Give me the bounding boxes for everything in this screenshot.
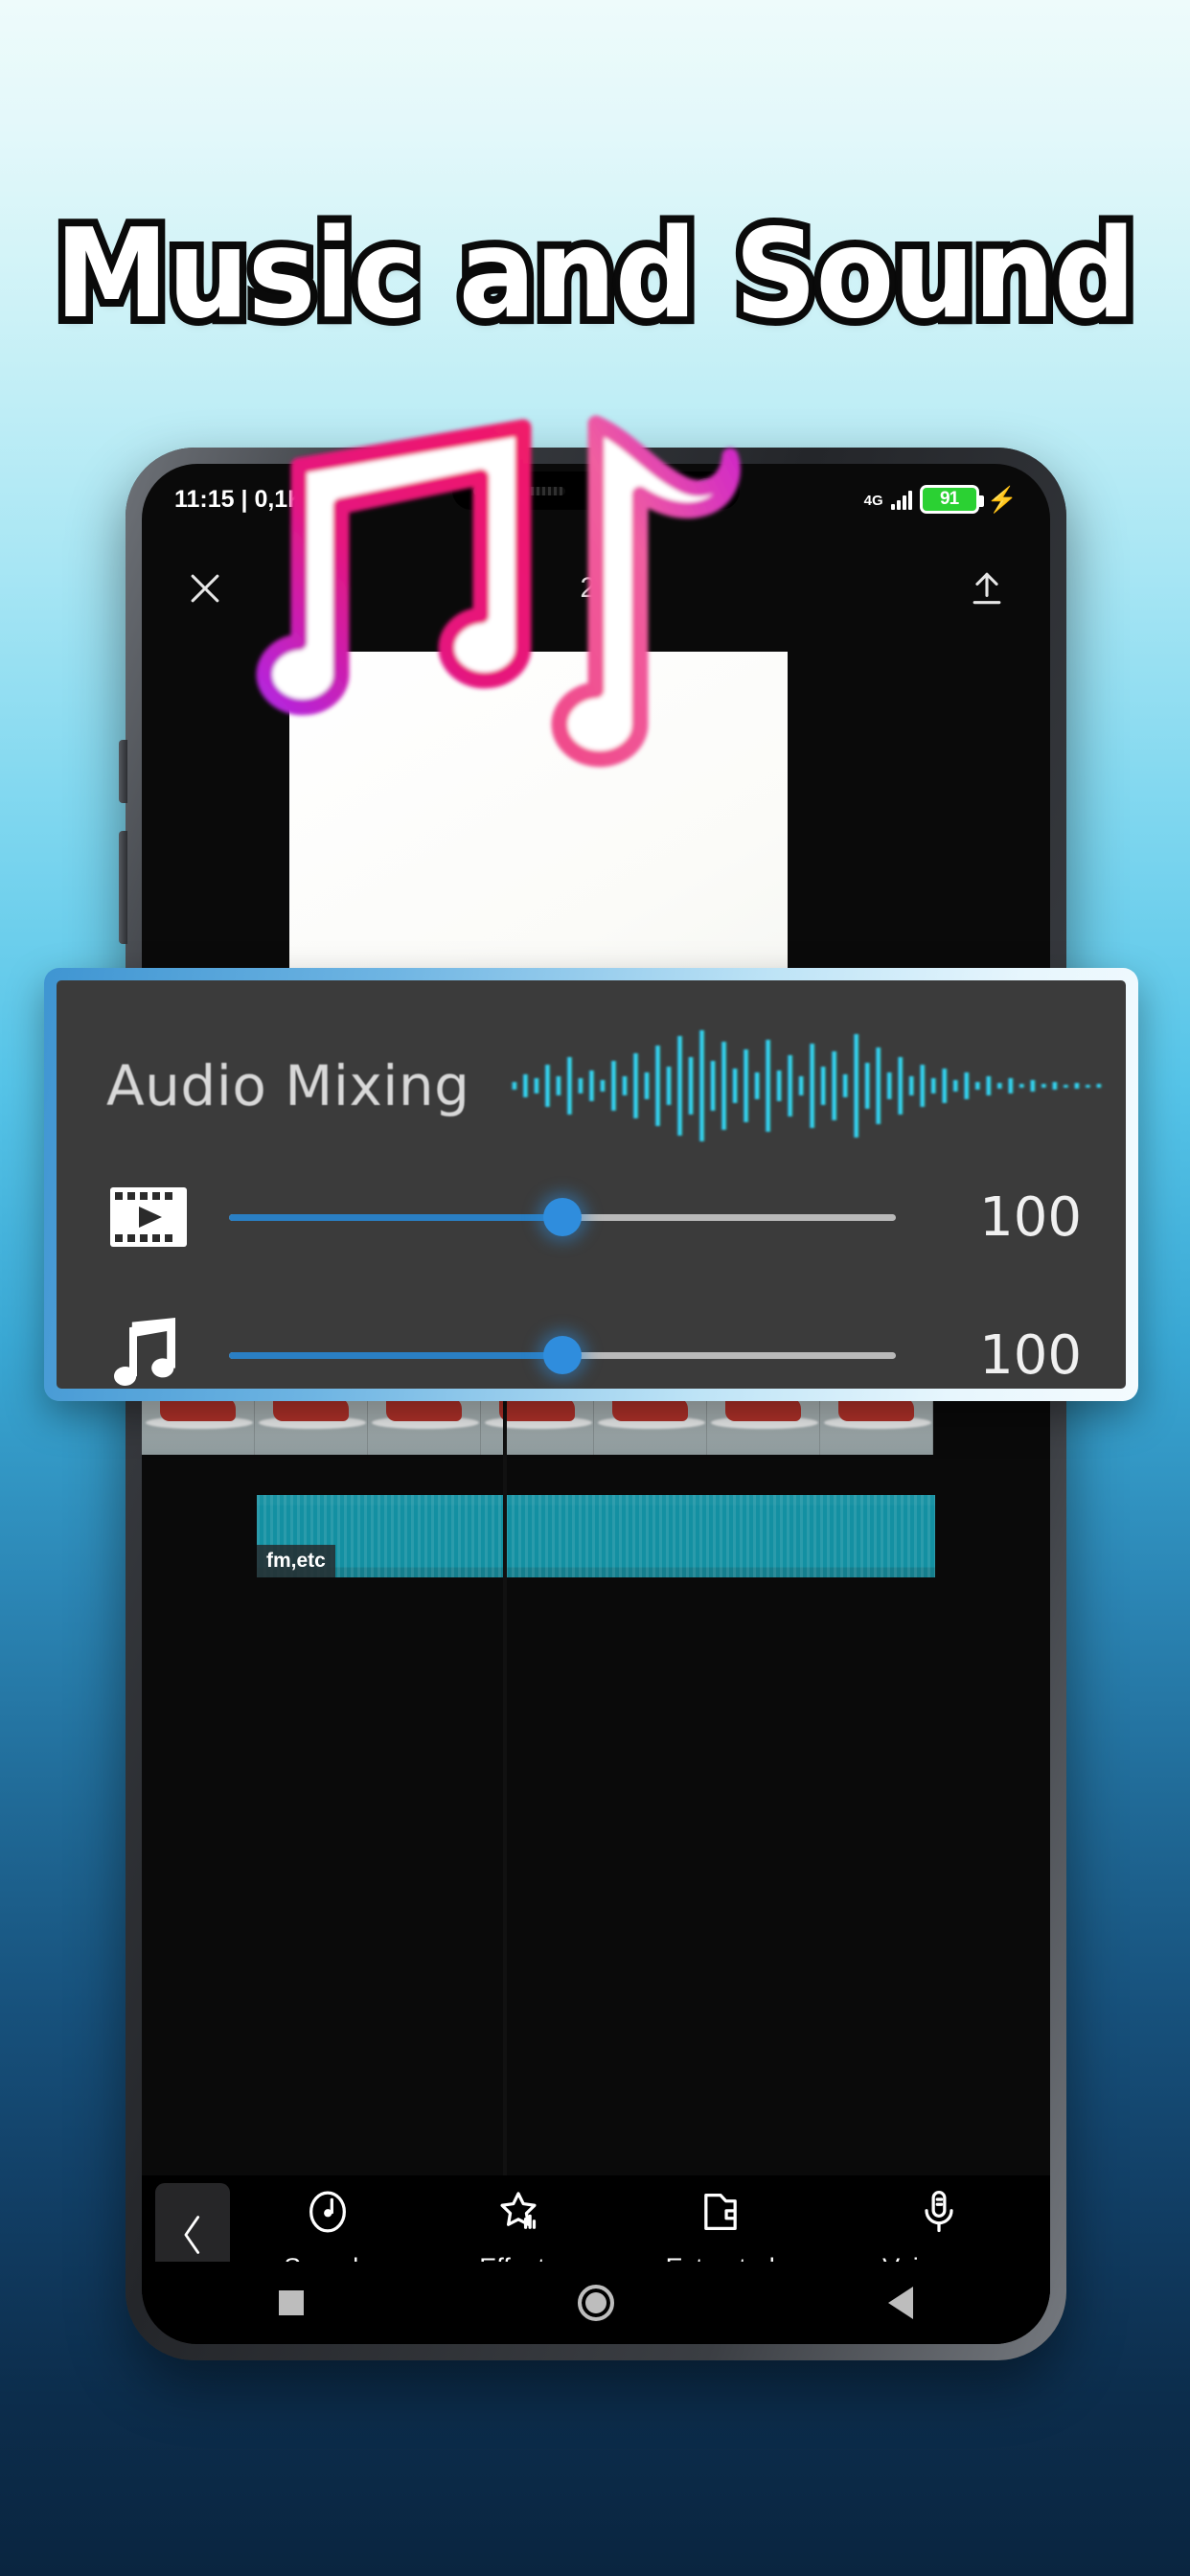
audio-clip[interactable]: fm,etc (257, 1495, 935, 1577)
status-bar-right: 4G 91 ⚡ (864, 485, 1018, 514)
effects-icon (493, 2187, 543, 2242)
audio-mixing-panel-body: Audio Mixing 100 100 (57, 980, 1126, 1389)
charging-bolt-icon: ⚡ (986, 485, 1018, 514)
earpiece-speaker-icon (473, 486, 565, 495)
phone-screen: 11:15 | 0,1K 4G 91 ⚡ 20 fm,etc (142, 464, 1050, 2344)
app-top-bar: 20 (142, 535, 1050, 642)
audio-clip-label: fm,etc (257, 1545, 335, 1577)
chevron-left-icon (184, 2216, 200, 2254)
slider-knob[interactable] (543, 1336, 582, 1374)
music-note-icon (101, 1318, 196, 1389)
audio-mixing-header: Audio Mixing (57, 1019, 1126, 1153)
music-volume-value: 100 (979, 1323, 1082, 1387)
close-icon[interactable] (180, 564, 230, 613)
front-camera-icon (694, 478, 719, 503)
video-volume-slider[interactable] (229, 1198, 896, 1236)
audio-waveform (508, 1028, 1126, 1143)
project-duration-label: 20 (580, 572, 612, 604)
signal-bars-icon (890, 489, 912, 510)
upload-icon[interactable] (962, 564, 1012, 613)
audio-mixing-panel[interactable]: Audio Mixing 100 100 (44, 968, 1138, 1401)
headline-banner: Music and Sound (0, 203, 1190, 346)
page-title: Music and Sound (48, 203, 1143, 346)
status-bar: 11:15 | 0,1K 4G 91 ⚡ (142, 464, 1050, 535)
video-clip-icon (101, 1185, 196, 1249)
phone-notch (452, 472, 740, 510)
circle-icon[interactable] (578, 2285, 614, 2321)
sounds-icon (303, 2187, 353, 2242)
extracted-icon (696, 2187, 745, 2242)
phone-mockup: 11:15 | 0,1K 4G 91 ⚡ 20 fm,etc (119, 448, 1066, 2360)
voiceover-icon (914, 2187, 964, 2242)
audio-waveform (257, 1495, 935, 1577)
music-volume-row[interactable]: 100 (57, 1302, 1126, 1389)
battery-level-label: 91 (940, 489, 959, 509)
status-time-data: 11:15 | 0,1K (174, 485, 306, 513)
status-bar-left: 11:15 | 0,1K (174, 486, 305, 514)
video-volume-value: 100 (979, 1185, 1082, 1249)
android-nav-bar (142, 2262, 1050, 2344)
battery-icon: 91 (919, 485, 984, 514)
square-icon[interactable] (279, 2290, 304, 2315)
slider-fill (229, 1213, 562, 1221)
network-type-label: 4G (863, 492, 883, 509)
music-volume-slider[interactable] (229, 1336, 896, 1374)
phone-volume-up-button (119, 831, 127, 944)
slider-fill (229, 1351, 562, 1359)
video-volume-row[interactable]: 100 (57, 1164, 1126, 1270)
audio-mixing-title: Audio Mixing (106, 1053, 470, 1118)
triangle-icon[interactable] (888, 2287, 913, 2319)
slider-knob[interactable] (543, 1198, 582, 1236)
phone-mute-button (119, 740, 127, 803)
